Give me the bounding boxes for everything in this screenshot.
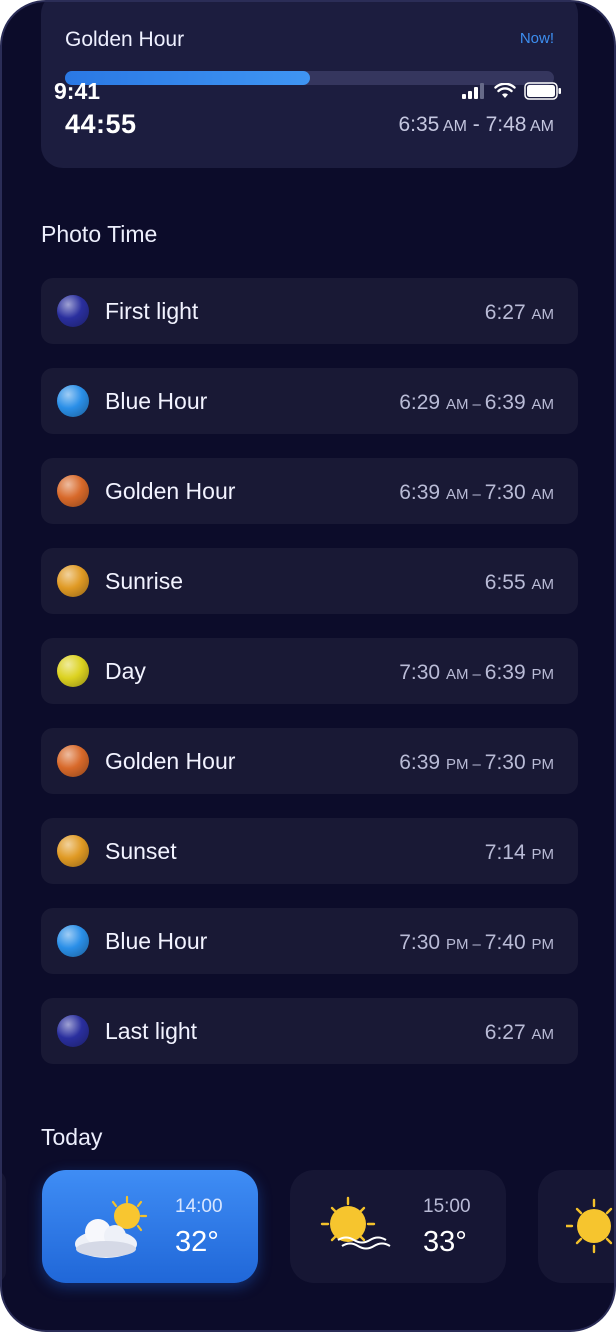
photo-time-label: Golden Hour bbox=[105, 478, 236, 504]
photo-time-label: Sunrise bbox=[105, 568, 183, 594]
now-badge: Now! bbox=[519, 30, 554, 47]
photo-time-row[interactable]: Golden Hour 6:39 PM –7:30 PM bbox=[41, 728, 578, 794]
photo-time-label: First light bbox=[105, 298, 199, 324]
light-phase-dot-icon bbox=[57, 295, 89, 327]
forecast-card-partial-left[interactable] bbox=[2, 1170, 6, 1283]
countdown-timer: 44:55 bbox=[65, 109, 137, 139]
battery-icon bbox=[524, 82, 562, 100]
photo-time-row[interactable]: Last light 6:27 AM bbox=[41, 998, 578, 1064]
sun-haze-icon bbox=[320, 1196, 391, 1250]
photo-time-label: Blue Hour bbox=[105, 928, 208, 954]
photo-time-row[interactable]: Sunrise 6:55 AM bbox=[41, 548, 578, 614]
photo-time-value: 6:27 AM bbox=[484, 1021, 554, 1044]
forecast-card-1500[interactable]: 15:00 33° bbox=[290, 1170, 506, 1283]
photo-time-label: Sunset bbox=[105, 838, 177, 864]
photo-time-value: 7:30 PM –7:40 PM bbox=[399, 931, 554, 954]
light-phase-dot-icon bbox=[57, 745, 89, 777]
photo-time-label: Last light bbox=[105, 1018, 198, 1044]
photo-time-value: 6:39 AM –7:30 AM bbox=[399, 481, 554, 504]
photo-time-row[interactable]: First light 6:27 AM bbox=[41, 278, 578, 344]
photo-time-row[interactable]: Day 7:30 AM –6:39 PM bbox=[41, 638, 578, 704]
photo-time-value: 6:39 PM –7:30 PM bbox=[399, 751, 554, 774]
status-bar: 9:41 bbox=[54, 76, 562, 106]
forecast-time: 15:00 bbox=[423, 1196, 471, 1217]
light-phase-dot-icon bbox=[57, 475, 89, 507]
wifi-icon bbox=[494, 83, 516, 99]
golden-hour-range: 6:35 AM - 7:48 AM bbox=[398, 113, 554, 136]
photo-time-value: 7:14 PM bbox=[484, 841, 554, 864]
light-phase-dot-icon bbox=[57, 925, 89, 957]
light-phase-dot-icon bbox=[57, 1015, 89, 1047]
photo-time-value: 6:29 AM –6:39 AM bbox=[399, 391, 554, 414]
light-phase-dot-icon bbox=[57, 565, 89, 597]
status-time: 9:41 bbox=[54, 77, 101, 104]
photo-time-heading: Photo Time bbox=[41, 221, 158, 247]
photo-time-label: Blue Hour bbox=[105, 388, 208, 414]
forecast-temp: 33° bbox=[423, 1226, 467, 1258]
golden-hour-title: Golden Hour bbox=[65, 28, 185, 51]
partly-cloudy-icon bbox=[75, 1195, 148, 1258]
cellular-signal-icon bbox=[462, 83, 486, 99]
photo-time-list: First light 6:27 AM Blue Hour 6:29 AM –6:39 … bbox=[41, 278, 578, 1088]
photo-time-value: 7:30 AM –6:39 PM bbox=[399, 661, 554, 684]
light-phase-dot-icon bbox=[57, 835, 89, 867]
forecast-time: 14:00 bbox=[175, 1196, 223, 1217]
light-phase-dot-icon bbox=[57, 655, 89, 687]
photo-time-row[interactable]: Sunset 7:14 PM bbox=[41, 818, 578, 884]
photo-time-row[interactable]: Blue Hour 7:30 PM –7:40 PM bbox=[41, 908, 578, 974]
forecast-card-1400[interactable]: 14:00 32° bbox=[42, 1170, 258, 1283]
today-heading: Today bbox=[41, 1124, 103, 1150]
photo-time-label: Day bbox=[105, 658, 146, 684]
phone-screen: Golden Hour Now! 44:55 6:35 AM - 7:48 AM… bbox=[0, 0, 616, 1332]
forecast-card-partial-right[interactable] bbox=[538, 1170, 614, 1283]
photo-time-value: 6:27 AM bbox=[484, 301, 554, 324]
light-phase-dot-icon bbox=[57, 385, 89, 417]
photo-time-label: Golden Hour bbox=[105, 748, 236, 774]
sun-icon bbox=[566, 1198, 613, 1254]
photo-time-value: 6:55 AM bbox=[484, 571, 554, 594]
photo-time-row[interactable]: Golden Hour 6:39 AM –7:30 AM bbox=[41, 458, 578, 524]
photo-time-row[interactable]: Blue Hour 6:29 AM –6:39 AM bbox=[41, 368, 578, 434]
forecast-temp: 32° bbox=[175, 1226, 219, 1258]
